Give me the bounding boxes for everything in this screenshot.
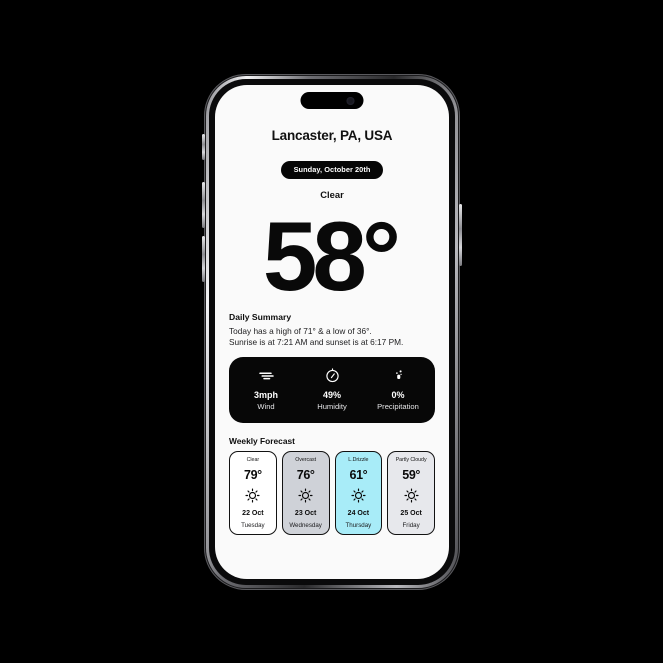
forecast-card[interactable]: Overcast 76° 23 Oct Wednesday: [281, 450, 330, 535]
date-badge: Sunday, October 20th: [280, 161, 384, 179]
stat-humidity-value: 49%: [322, 389, 341, 400]
volume-down-button[interactable]: [202, 236, 205, 282]
dynamic-island: [300, 92, 364, 109]
stat-wind: 3mph Wind: [233, 367, 299, 412]
forecast-day: Wednesday: [289, 521, 322, 529]
stat-humidity: 49% Humidity: [299, 367, 365, 412]
stat-precipitation-label: Precipitation: [377, 402, 419, 412]
forecast-condition: Partly Cloudy: [395, 456, 427, 463]
silent-switch-button[interactable]: [202, 134, 205, 160]
phone-frame: Lancaster, PA, USA Sunday, October 20th …: [202, 74, 462, 590]
forecast-temperature: 76°: [296, 467, 315, 482]
sun-icon: [351, 487, 366, 505]
page-title: Lancaster, PA, USA: [271, 128, 393, 143]
forecast-date: 22 Oct: [242, 509, 264, 517]
stat-humidity-label: Humidity: [317, 402, 347, 412]
forecast-day: Tuesday: [241, 521, 265, 529]
screenshot-canvas: Lancaster, PA, USA Sunday, October 20th …: [0, 0, 663, 663]
stat-wind-value: 3mph: [253, 389, 278, 400]
forecast-temperature: 59°: [402, 467, 420, 482]
daily-summary-section: Daily Summary Today has a high of 71° & …: [229, 312, 435, 349]
forecast-condition: L.Drizzle: [348, 456, 369, 463]
daily-summary-sunrise-sunset: Sunrise is at 7:21 AM and sunset is at 6…: [229, 337, 404, 348]
forecast-temperature: 61°: [349, 467, 368, 482]
phone-screen: Lancaster, PA, USA Sunday, October 20th …: [215, 85, 449, 579]
precipitation-icon: [392, 367, 405, 385]
stat-wind-label: Wind: [257, 402, 275, 412]
sun-icon: [245, 487, 260, 505]
degree-symbol: °: [361, 200, 402, 311]
forecast-condition: Clear: [246, 456, 260, 463]
temperature-value: 58: [262, 200, 367, 311]
weekly-forecast-heading: Weekly Forecast: [229, 435, 295, 446]
forecast-card[interactable]: Partly Cloudy 59° 25 Oct Friday: [387, 450, 435, 535]
daily-summary-heading: Daily Summary: [229, 311, 292, 322]
humidity-gauge-icon: [325, 367, 340, 385]
forecast-card[interactable]: L.Drizzle 61° 24 Oct Thursday: [334, 450, 383, 535]
forecast-day: Friday: [402, 521, 420, 529]
front-camera-icon: [346, 96, 355, 105]
sun-icon: [298, 487, 313, 505]
forecast-card[interactable]: Clear 79° 22 Oct Tuesday: [229, 450, 277, 535]
stat-precipitation-value: 0%: [391, 389, 405, 400]
daily-summary-high-low: Today has a high of 71° & a low of 36°.: [229, 325, 372, 336]
stat-precipitation: 0% Precipitation: [365, 367, 431, 412]
forecast-day: Thursday: [345, 521, 372, 529]
weather-app: Lancaster, PA, USA Sunday, October 20th …: [215, 85, 449, 579]
forecast-date: 25 Oct: [400, 509, 422, 517]
weekly-forecast-list: Clear 79° 22 Oct Tuesday Overcast 76° 23…: [229, 450, 435, 535]
stats-card: 3mph Wind 49% Humidity 0% Precipitation: [229, 356, 435, 423]
date-pill-container: Sunday, October 20th: [229, 159, 435, 179]
wind-icon: [258, 367, 275, 385]
forecast-condition: Overcast: [295, 456, 317, 463]
power-button[interactable]: [459, 204, 462, 266]
forecast-date: 23 Oct: [294, 509, 317, 517]
current-temperature-container: 58°: [229, 204, 435, 308]
current-condition-label: Clear: [320, 188, 344, 200]
forecast-temperature: 79°: [244, 467, 262, 482]
forecast-date: 24 Oct: [347, 509, 370, 517]
sun-icon: [404, 487, 419, 505]
current-temperature: 58°: [263, 204, 401, 308]
volume-up-button[interactable]: [202, 182, 205, 228]
